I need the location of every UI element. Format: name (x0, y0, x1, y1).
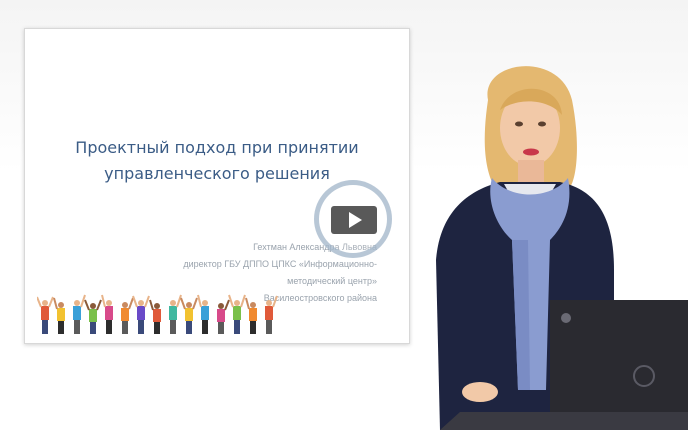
slide-title-line-1: Проектный подход при принятии (75, 138, 359, 157)
play-icon (349, 212, 362, 228)
play-button-box[interactable] (331, 206, 377, 234)
slide-title: Проектный подход при принятии управленче… (45, 135, 389, 187)
crowd-illustration (37, 294, 278, 334)
people-figures (37, 294, 278, 334)
play-button[interactable] (314, 180, 392, 258)
laptop-base (440, 412, 688, 430)
video-player[interactable]: Проектный подход при принятии управленче… (0, 0, 688, 430)
presenter-image (436, 66, 688, 430)
author-position: директор ГБУ ДППО ЦПКС «Информационно-ме… (183, 259, 377, 286)
presenter-lips (523, 148, 539, 156)
